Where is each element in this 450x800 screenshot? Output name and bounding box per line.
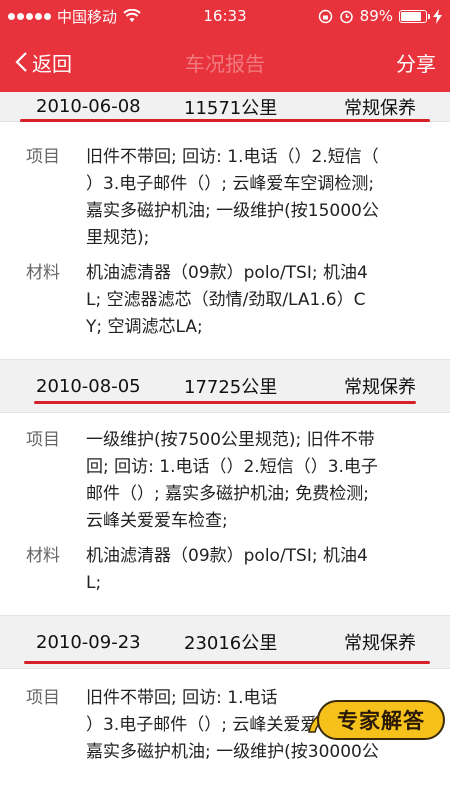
- expert-answer-badge[interactable]: 专家解答: [305, 692, 450, 748]
- items-line: 回; 回访: 1.电话（）2.短信（）3.电子: [86, 457, 378, 477]
- items-label: 项目: [26, 688, 60, 708]
- back-button[interactable]: 返回: [14, 48, 72, 77]
- items-label: 项目: [26, 147, 60, 167]
- materials-line: 机油滤清器（09款）polo/TSI; 机油4: [86, 546, 368, 566]
- highlight-underline: [24, 661, 430, 664]
- items-row: 项目 旧件不带回; 回访: 1.电话（）2.短信（ ）3.电子邮件（）; 云峰爱…: [0, 144, 450, 252]
- status-left: 中国移动: [8, 6, 141, 27]
- signal-icon: [8, 12, 51, 20]
- badge-label: 专家解答: [317, 700, 445, 740]
- charging-icon: [433, 8, 442, 24]
- materials-line: L; 空滤器滤芯（劲情/劲取/LA1.6）C: [86, 290, 366, 310]
- items-label: 项目: [26, 430, 60, 450]
- items-line: ）3.电子邮件（）; 云峰爱车空调检测;: [86, 174, 375, 194]
- record-date: 2010-06-08: [36, 96, 141, 117]
- materials-label: 材料: [26, 546, 60, 566]
- materials-line: L;: [86, 573, 102, 593]
- items-line: 邮件（）; 嘉实多磁护机油; 免费检测;: [86, 484, 369, 504]
- record-date: 2010-09-23: [36, 631, 141, 653]
- record-mileage: 11571公里: [184, 97, 278, 119]
- carrier-label: 中国移动: [57, 7, 118, 26]
- highlight-underline: [34, 401, 416, 404]
- alarm-icon: [339, 10, 353, 23]
- battery-fill: [401, 11, 422, 21]
- record-body-2: 项目 一级维护(按7500公里规范); 旧件不带 回; 回访: 1.电话（）2.…: [0, 413, 450, 615]
- battery-percent: 89%: [359, 7, 393, 25]
- page-title: 车况报告: [185, 51, 265, 76]
- rotation-lock-icon: [318, 9, 332, 23]
- materials-label: 材料: [26, 263, 60, 283]
- status-right: 89%: [318, 7, 442, 25]
- record-body-1: 项目 旧件不带回; 回访: 1.电话（）2.短信（ ）3.电子邮件（）; 云峰爱…: [0, 122, 450, 359]
- items-line: 旧件不带回; 回访: 1.电话（）2.短信（: [86, 147, 379, 167]
- highlight-underline: [20, 119, 430, 122]
- record-mileage: 23016公里: [184, 633, 278, 654]
- materials-text: 机油滤清器（09款）polo/TSI; 机油4 L; 空滤器滤芯（劲情/劲取/L…: [86, 260, 432, 341]
- record-type: 常规保养: [344, 97, 416, 119]
- record-date: 2010-08-05: [36, 375, 141, 397]
- record-header-1: 2010-06-08 11571公里 常规保养: [0, 92, 450, 122]
- chevron-left-icon: [15, 52, 27, 72]
- record-type: 常规保养: [344, 377, 416, 398]
- items-line: 云峰关爱爱车检查;: [86, 511, 228, 531]
- share-button[interactable]: 分享: [396, 48, 436, 77]
- record-mileage: 17725公里: [184, 377, 278, 398]
- wifi-icon: [123, 9, 141, 22]
- nav-bar: 返回 车况报告 分享: [0, 32, 450, 92]
- items-text: 旧件不带回; 回访: 1.电话（）2.短信（ ）3.电子邮件（）; 云峰爱车空调…: [86, 144, 432, 252]
- materials-row: 材料 机油滤清器（09款）polo/TSI; 机油4 L; 空滤器滤芯（劲情/劲…: [0, 260, 450, 341]
- record-header-2: 2010-08-05 17725公里 常规保养: [0, 359, 450, 413]
- status-bar: 中国移动 16:33 89%: [0, 0, 450, 32]
- items-line: 嘉实多磁护机油; 一级维护(按15000公: [86, 201, 379, 221]
- battery-icon: [399, 9, 430, 23]
- materials-row: 材料 机油滤清器（09款）polo/TSI; 机油4 L;: [0, 543, 450, 597]
- materials-text: 机油滤清器（09款）polo/TSI; 机油4 L;: [86, 543, 432, 597]
- items-line: 里规范);: [86, 228, 150, 248]
- records-list: 2010-06-08 11571公里 常规保养 项目 旧件不带回; 回访: 1.…: [0, 92, 450, 784]
- status-time: 16:33: [203, 7, 247, 25]
- items-row: 项目 一级维护(按7500公里规范); 旧件不带 回; 回访: 1.电话（）2.…: [0, 427, 450, 535]
- items-line: 一级维护(按7500公里规范); 旧件不带: [86, 430, 375, 450]
- top-bar: 中国移动 16:33 89% 返回 车况报告 分享: [0, 0, 450, 92]
- items-text: 一级维护(按7500公里规范); 旧件不带 回; 回访: 1.电话（）2.短信（…: [86, 427, 432, 535]
- materials-line: Y; 空调滤芯LA;: [86, 317, 203, 337]
- back-label: 返回: [32, 51, 72, 76]
- materials-line: 机油滤清器（09款）polo/TSI; 机油4: [86, 263, 368, 283]
- record-type: 常规保养: [344, 633, 416, 654]
